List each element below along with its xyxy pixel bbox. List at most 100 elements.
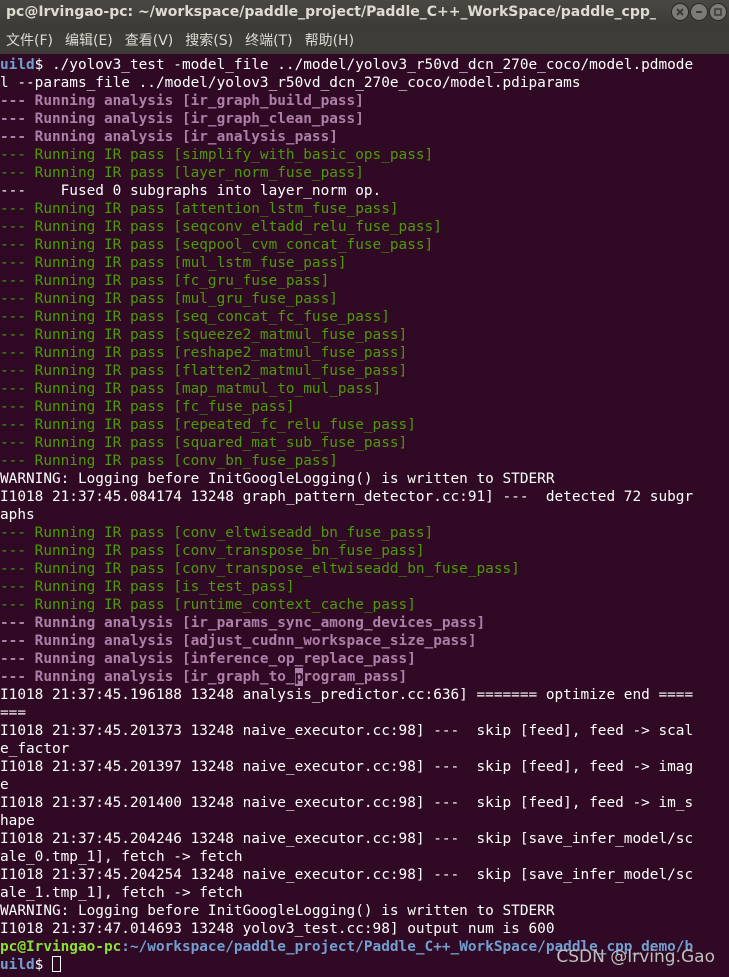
terminal-text: --- Running analysis [ir_params_sync_amo…	[0, 615, 486, 631]
terminal-line: I1018 21:37:45.201397 13248 naive_execut…	[0, 758, 729, 776]
terminal-line: I1018 21:37:45.201400 13248 naive_execut…	[0, 794, 729, 812]
terminal-text: ale_0.tmp_1], fetch -> fetch	[0, 849, 243, 865]
maximize-icon	[714, 8, 722, 16]
terminal-text: I1018 21:37:45.204254 13248 naive_execut…	[0, 867, 694, 883]
terminal-text: I1018 21:37:45.201397 13248 naive_execut…	[0, 759, 694, 775]
terminal-text: --- Running IR pass [conv_transpose_bn_f…	[0, 543, 425, 559]
terminal-text: --- Running IR pass [layer_norm_fuse_pas…	[0, 165, 364, 181]
terminal-text: --- Running IR pass [fc_fuse_pass]	[0, 399, 295, 415]
terminal-text: --- Running analysis [ir_analysis_pass]	[0, 129, 338, 145]
terminal-line: --- Running IR pass [fc_gru_fuse_pass]	[0, 272, 729, 290]
close-icon	[676, 8, 684, 16]
terminal-text: uild	[0, 57, 35, 73]
terminal-line: ale_1.tmp_1], fetch -> fetch	[0, 884, 729, 902]
terminal-text: WARNING: Logging before InitGoogleLoggin…	[0, 471, 555, 487]
terminal-text: I1018 21:37:45.201373 13248 naive_execut…	[0, 723, 694, 739]
terminal-line: WARNING: Logging before InitGoogleLoggin…	[0, 902, 729, 920]
terminal-text: rogram_pass]	[303, 669, 408, 685]
terminal-text: uild	[0, 957, 35, 973]
terminal-line: --- Running IR pass [layer_norm_fuse_pas…	[0, 164, 729, 182]
menu-edit[interactable]: 编辑(E)	[65, 30, 113, 50]
terminal-line: I1018 21:37:45.196188 13248 analysis_pre…	[0, 686, 729, 704]
terminal-text: l --params_file ../model/yolov3_r50vd_dc…	[0, 75, 581, 91]
terminal-text: ===	[0, 705, 26, 721]
terminal-line: --- Running IR pass [simplify_with_basic…	[0, 146, 729, 164]
terminal-text: pc@Irvingao-pc	[0, 939, 122, 955]
terminal-text: --- Running IR pass [attention_lstm_fuse…	[0, 201, 399, 217]
terminal-line: --- Running IR pass [repeated_fc_relu_fu…	[0, 416, 729, 434]
text-cursor: p	[294, 668, 304, 686]
terminal-text: I1018 21:37:45.204246 13248 naive_execut…	[0, 831, 694, 847]
terminal-text: --- Fused 0 subgraphs into layer_norm op…	[0, 183, 382, 199]
terminal-line: l --params_file ../model/yolov3_r50vd_dc…	[0, 74, 729, 92]
terminal-text: --- Running IR pass [runtime_context_cac…	[0, 597, 416, 613]
terminal-line: --- Running IR pass [map_matmul_to_mul_p…	[0, 380, 729, 398]
maximize-button[interactable]	[709, 3, 727, 21]
terminal-line: --- Running IR pass [squared_mat_sub_fus…	[0, 434, 729, 452]
terminal-output[interactable]: uild$ ./yolov3_test -model_file ../model…	[0, 56, 729, 977]
close-button[interactable]	[671, 3, 689, 21]
terminal-line: I1018 21:37:45.201373 13248 naive_execut…	[0, 722, 729, 740]
terminal-text: --- Running IR pass [reshape2_matmul_fus…	[0, 345, 408, 361]
terminal-text: --- Running IR pass [is_test_pass]	[0, 579, 295, 595]
terminal-text: --- Running analysis [ir_graph_build_pas…	[0, 93, 364, 109]
terminal-text: --- Running IR pass [conv_eltwiseadd_bn_…	[0, 525, 434, 541]
terminal-text: --- Running IR pass [mul_lstm_fuse_pass]	[0, 255, 347, 271]
terminal-line: --- Running analysis [ir_graph_clean_pas…	[0, 110, 729, 128]
terminal-text: e_factor	[0, 741, 70, 757]
terminal-text: WARNING: Logging before InitGoogleLoggin…	[0, 903, 555, 919]
terminal-text: --- Running IR pass [conv_bn_fuse_pass]	[0, 453, 338, 469]
terminal-text: --- Running IR pass [mul_gru_fuse_pass]	[0, 291, 338, 307]
terminal-text: --- Running analysis [ir_graph_clean_pas…	[0, 111, 364, 127]
terminal-line: --- Running IR pass [conv_eltwiseadd_bn_…	[0, 524, 729, 542]
terminal-text: --- Running analysis [adjust_cudnn_works…	[0, 633, 477, 649]
terminal-text: I1018 21:37:45.084174 13248 graph_patter…	[0, 489, 694, 505]
terminal-line: --- Running IR pass [conv_transpose_eltw…	[0, 560, 729, 578]
terminal-line: --- Running analysis [adjust_cudnn_works…	[0, 632, 729, 650]
terminal-line: hape	[0, 812, 729, 830]
terminal-line: --- Running IR pass [runtime_context_cac…	[0, 596, 729, 614]
terminal-text: --- Running IR pass [squeeze2_matmul_fus…	[0, 327, 408, 343]
minimize-icon	[696, 11, 702, 13]
terminal-text: $ ./yolov3_test -model_file ../model/yol…	[34, 57, 694, 73]
terminal-line: aphs	[0, 506, 729, 524]
terminal-line: ale_0.tmp_1], fetch -> fetch	[0, 848, 729, 866]
terminal-line: e_factor	[0, 740, 729, 758]
terminal-text: --- Running analysis [ir_graph_to_	[0, 669, 295, 685]
menu-terminal[interactable]: 终端(T)	[245, 30, 292, 50]
menu-view[interactable]: 查看(V)	[125, 30, 174, 50]
menu-file[interactable]: 文件(F)	[6, 30, 53, 50]
menu-search[interactable]: 搜索(S)	[185, 30, 233, 50]
terminal-text: aphs	[0, 507, 35, 523]
terminal-line: --- Running IR pass [conv_transpose_bn_f…	[0, 542, 729, 560]
terminal-line: --- Running IR pass [attention_lstm_fuse…	[0, 200, 729, 218]
terminal-line: ===	[0, 704, 729, 722]
terminal-line: --- Running IR pass [seq_concat_fc_fuse_…	[0, 308, 729, 326]
window-title: pc@Irvingao-pc: ~/workspace/paddle_proje…	[6, 4, 656, 20]
menu-bar: 文件(F) 编辑(E) 查看(V) 搜索(S) 终端(T) 帮助(H)	[0, 26, 729, 54]
terminal-line: e	[0, 776, 729, 794]
terminal-line: uild$ ./yolov3_test -model_file ../model…	[0, 56, 729, 74]
terminal-text: --- Running IR pass [squared_mat_sub_fus…	[0, 435, 408, 451]
terminal-text: $	[34, 957, 52, 973]
terminal-line: I1018 21:37:45.084174 13248 graph_patter…	[0, 488, 729, 506]
terminal-text: --- Running analysis [inference_op_repla…	[0, 651, 416, 667]
terminal-text: ale_1.tmp_1], fetch -> fetch	[0, 885, 243, 901]
menu-help[interactable]: 帮助(H)	[305, 30, 354, 50]
terminal-text: --- Running IR pass [seqconv_eltadd_relu…	[0, 219, 442, 235]
terminal-line: --- Running IR pass [seqconv_eltadd_relu…	[0, 218, 729, 236]
terminal-line: WARNING: Logging before InitGoogleLoggin…	[0, 470, 729, 488]
terminal-text: --- Running IR pass [simplify_with_basic…	[0, 147, 434, 163]
terminal-text: --- Running IR pass [repeated_fc_relu_fu…	[0, 417, 416, 433]
watermark: CSDN @Irving.Gao	[556, 947, 715, 967]
terminal-line: --- Running IR pass [conv_bn_fuse_pass]	[0, 452, 729, 470]
terminal-line: --- Running analysis [inference_op_repla…	[0, 650, 729, 668]
terminal-line: I1018 21:37:45.204246 13248 naive_execut…	[0, 830, 729, 848]
terminal-text: --- Running IR pass [seqpool_cvm_concat_…	[0, 237, 434, 253]
minimize-button[interactable]	[690, 3, 708, 21]
terminal-line: I1018 21:37:47.014693 13248 yolov3_test.…	[0, 920, 729, 938]
terminal-line: --- Running IR pass [mul_lstm_fuse_pass]	[0, 254, 729, 272]
terminal-line: --- Running IR pass [mul_gru_fuse_pass]	[0, 290, 729, 308]
terminal-line: --- Running analysis [ir_graph_to_progra…	[0, 668, 729, 686]
terminal-text: I1018 21:37:45.201400 13248 naive_execut…	[0, 795, 694, 811]
